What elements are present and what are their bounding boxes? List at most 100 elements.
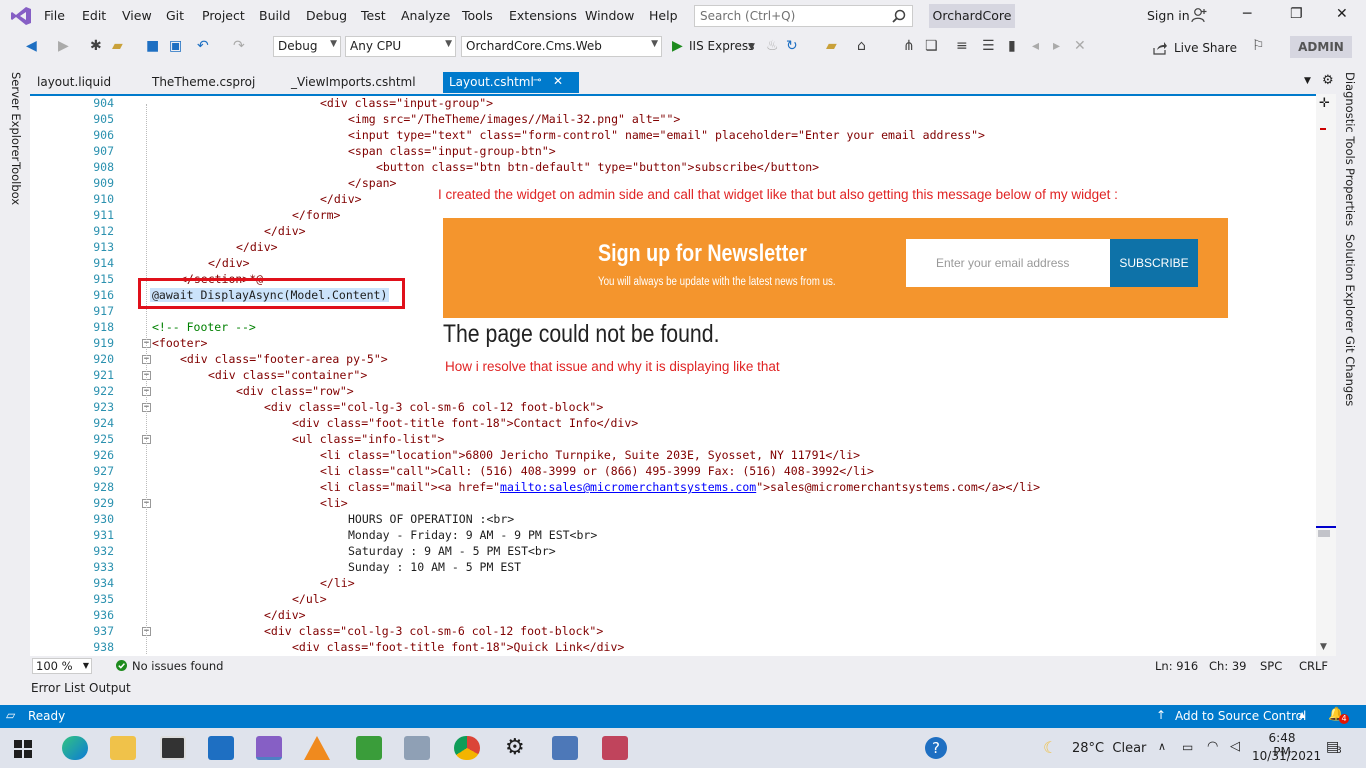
bookmark-icon[interactable]: ▮ (1008, 38, 1016, 54)
browse-icon[interactable]: ⌂ (857, 38, 866, 54)
clock-date[interactable]: 10/31/2021 (1252, 749, 1321, 763)
tray-chevron-icon[interactable]: ∧ (1158, 740, 1166, 753)
file-explorer-icon[interactable] (110, 736, 136, 760)
menu-project[interactable]: Project (202, 8, 245, 23)
gear-icon[interactable]: ⚙ (1322, 73, 1334, 88)
scroll-thumb[interactable] (1318, 530, 1330, 537)
store-icon[interactable] (160, 736, 186, 760)
split-icon[interactable]: ✛ (1319, 96, 1330, 111)
tab-viewimports[interactable]: _ViewImports.cshtml (285, 72, 422, 93)
toolbox-tab[interactable]: Toolbox (9, 162, 23, 205)
tab-layout-liquid[interactable]: layout.liquid (31, 72, 117, 93)
vertical-scrollbar[interactable]: ✛ ▼ (1316, 94, 1336, 656)
scroll-down-icon[interactable]: ▼ (1320, 642, 1327, 652)
forward-icon[interactable]: ▶ (58, 38, 69, 54)
folder-icon[interactable]: ▰ (826, 38, 837, 54)
source-control-button[interactable]: Add to Source Control (1175, 709, 1306, 723)
menu-git[interactable]: Git (166, 8, 184, 23)
menu-build[interactable]: Build (259, 8, 290, 23)
remote-desktop-icon[interactable] (404, 736, 430, 760)
save-icon[interactable]: ■ (146, 38, 159, 54)
live-share-icon[interactable] (1153, 41, 1167, 55)
align-icon[interactable]: ☰ (982, 38, 995, 54)
bookmark-prev-icon[interactable]: ◂ (1032, 38, 1039, 54)
settings-gear-icon[interactable]: ⚙ (505, 735, 525, 760)
run-icon[interactable]: ▶ (672, 38, 683, 54)
startup-project-dropdown[interactable]: OrchardCore.Cms.Web ▼ (461, 36, 662, 57)
copy-icon[interactable]: ❏ (925, 38, 938, 54)
menu-view[interactable]: View (122, 8, 152, 23)
output-tab[interactable]: Output (89, 681, 131, 695)
save-all-icon[interactable]: ▣ (169, 38, 182, 54)
menu-file[interactable]: File (44, 8, 65, 23)
tree-icon[interactable]: ⋔ (903, 38, 915, 54)
issues-status[interactable]: No issues found (132, 659, 223, 673)
undo-icon[interactable]: ↶ (197, 38, 209, 54)
menu-window[interactable]: Window (585, 8, 634, 23)
newsletter-email-input[interactable]: Enter your email address (906, 239, 1110, 287)
solution-explorer-tab[interactable]: Solution Explorer (1343, 234, 1357, 332)
bookmark-clear-icon[interactable]: ✕ (1074, 38, 1086, 54)
diagnostic-tools-tab[interactable]: Diagnostic Tools (1343, 72, 1357, 165)
platform-dropdown[interactable]: Any CPU ▼ (345, 36, 456, 57)
menu-debug[interactable]: Debug (306, 8, 347, 23)
format-icon[interactable]: ≡ (956, 38, 968, 54)
run-target-button[interactable]: IIS Express (689, 39, 754, 53)
tab-layout-cshtml[interactable]: Layout.cshtml ⊸ ✕ (443, 72, 579, 93)
properties-tab[interactable]: Properties (1343, 168, 1357, 226)
menu-extensions[interactable]: Extensions (509, 8, 577, 23)
server-explorer-tab[interactable]: Server Explorer (9, 72, 23, 161)
pin-icon[interactable]: ⊸ (533, 75, 541, 86)
git-changes-tab[interactable]: Git Changes (1343, 336, 1357, 406)
tab-overflow-icon[interactable]: ▼ (1304, 76, 1311, 86)
chrome-icon[interactable] (454, 736, 480, 760)
configuration-dropdown[interactable]: Debug ▼ (273, 36, 341, 57)
error-list-tab[interactable]: Error List (31, 681, 85, 695)
close-tab-icon[interactable]: ✕ (553, 74, 563, 88)
volume-icon[interactable]: ◁ (1230, 739, 1240, 754)
live-share-button[interactable]: Live Share (1174, 41, 1237, 55)
paint-icon[interactable] (602, 736, 628, 760)
vlc-icon[interactable] (304, 736, 330, 760)
fire-icon[interactable]: ♨ (766, 38, 779, 54)
help-icon[interactable]: ? (925, 737, 947, 759)
menu-edit[interactable]: Edit (82, 8, 106, 23)
subscribe-button[interactable]: SUBSCRIBE (1110, 239, 1198, 287)
tab-thetheme-csproj[interactable]: TheTheme.csproj (146, 72, 261, 93)
menu-help[interactable]: Help (649, 8, 678, 23)
windows-start-icon[interactable] (14, 740, 32, 758)
wifi-icon[interactable]: ◠ (1207, 739, 1218, 754)
app-icon[interactable] (552, 736, 578, 760)
menu-tools[interactable]: Tools (462, 8, 493, 23)
back-icon[interactable]: ◀ (26, 38, 37, 54)
redo-icon[interactable]: ↷ (233, 38, 245, 54)
search-input[interactable]: Search (Ctrl+Q) (694, 5, 913, 27)
close-icon[interactable]: ✕ (1336, 6, 1348, 22)
minimize-icon[interactable]: ─ (1243, 6, 1251, 22)
menu-test[interactable]: Test (361, 8, 386, 23)
code-editor[interactable]: 904 905 906 907 908 909 910 911 912 913 914 915 916 9… (30, 94, 1316, 656)
chevron-down-icon[interactable]: ▼ (748, 42, 755, 52)
bookmark-next-icon[interactable]: ▸ (1053, 38, 1060, 54)
spreadsheet-icon[interactable] (356, 736, 382, 760)
open-folder-icon[interactable]: ▰ (112, 38, 123, 54)
restore-icon[interactable]: ❐ (1290, 6, 1303, 22)
user-add-icon[interactable] (1191, 7, 1207, 23)
refresh-icon[interactable]: ↻ (786, 38, 798, 54)
line-indicator[interactable]: Ln: 916 (1155, 659, 1198, 673)
visual-studio-logo-icon[interactable] (10, 6, 32, 26)
output-window-icon[interactable]: ▱ (6, 708, 15, 722)
weather-text[interactable]: 28°C Clear (1072, 741, 1146, 756)
zoom-dropdown[interactable]: 100 % ▼ (32, 658, 92, 674)
mailto-link[interactable]: mailto:sales@micromerchantsystems.com (500, 480, 756, 494)
battery-icon[interactable]: ▭ (1182, 740, 1193, 754)
whitespace-indicator[interactable]: SPC (1260, 659, 1282, 673)
edge-icon[interactable] (62, 736, 88, 760)
column-indicator[interactable]: Ch: 39 (1209, 659, 1246, 673)
mail-icon[interactable] (208, 736, 234, 760)
line-ending-indicator[interactable]: CRLF (1299, 659, 1328, 673)
sign-in-link[interactable]: Sign in (1147, 8, 1190, 23)
menu-analyze[interactable]: Analyze (401, 8, 450, 23)
new-item-icon[interactable]: ✱ (90, 38, 102, 54)
feedback-icon[interactable]: ⚐ (1252, 38, 1265, 54)
